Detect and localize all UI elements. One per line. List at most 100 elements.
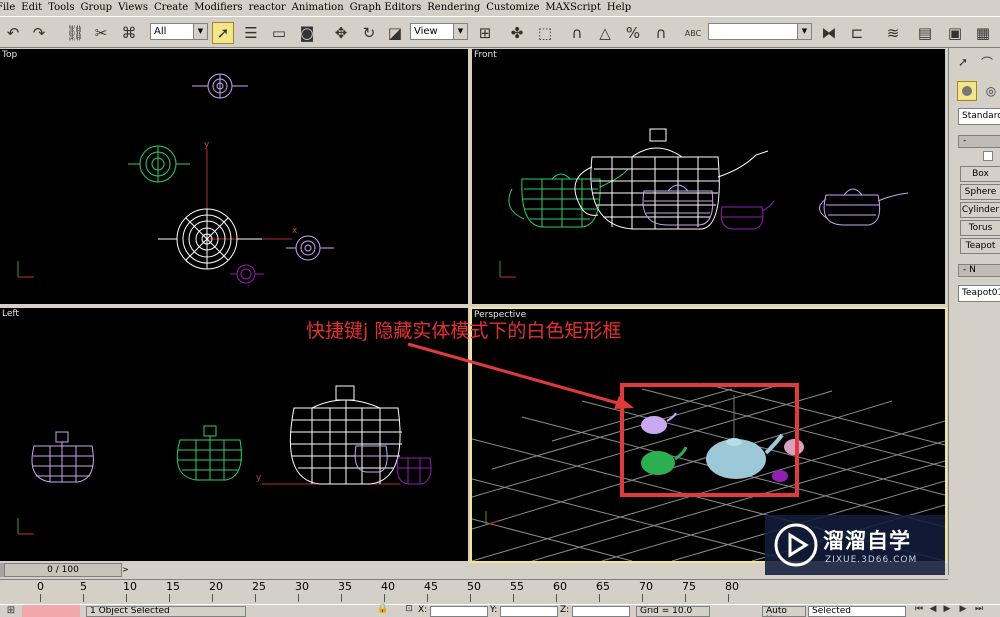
pivot-center-icon[interactable]: ⊞ [474, 22, 496, 44]
maxscript-listener-icon[interactable]: ⊞ [2, 603, 20, 617]
reference-coordinate-dropdown[interactable]: View ▼ [410, 23, 468, 40]
redo-icon[interactable]: ↷ [28, 22, 50, 44]
autogrid-checkbox[interactable] [983, 151, 993, 161]
x-coordinate-field[interactable] [430, 606, 488, 617]
menu-customize[interactable]: Customize [486, 0, 545, 15]
select-and-manipulate-icon[interactable]: ✤ [506, 22, 528, 44]
mini-listener[interactable] [22, 605, 80, 617]
angle-snap-icon[interactable]: △ [594, 22, 616, 44]
unlink-icon[interactable]: ✂ [90, 22, 112, 44]
ruler-tick-label: 65 [596, 580, 610, 593]
material-editor-icon[interactable]: ▦ [972, 22, 994, 44]
play-icon[interactable]: ▶ [940, 602, 954, 616]
track-bar-ruler[interactable]: 0 5 10 15 20 25 30 35 40 45 50 55 60 65 70 75 80 [0, 579, 948, 604]
ruler-tick-mark [255, 594, 256, 602]
create-tab-icon[interactable]: ➚ [953, 52, 973, 72]
edit-named-selection-icon[interactable]: ABC [682, 22, 704, 44]
snaps-toggle-icon[interactable]: ∩ [566, 22, 588, 44]
modify-tab-icon[interactable]: ⌒ [977, 52, 997, 72]
teapot-lavender-left[interactable] [31, 431, 94, 483]
select-and-move-icon[interactable]: ✥ [330, 22, 352, 44]
lock-selection-icon[interactable]: 🔒 [376, 602, 390, 616]
menu-maxscript[interactable]: MAXScript [545, 0, 606, 15]
y-coordinate-field[interactable] [500, 606, 558, 617]
named-selection-sets-dropdown[interactable]: ▼ [708, 23, 812, 40]
menu-group[interactable]: Group [80, 0, 118, 15]
object-type-rollout[interactable]: - [958, 135, 1000, 148]
align-icon[interactable]: ⊏ [846, 22, 868, 44]
chevron-down-icon: ▼ [797, 24, 811, 39]
menu-file[interactable]: File [0, 0, 21, 15]
menu-tools[interactable]: Tools [48, 0, 80, 15]
percent-snap-icon[interactable]: % [622, 22, 644, 44]
selection-filter-dropdown[interactable]: All ▼ [150, 23, 208, 40]
undo-icon[interactable]: ↶ [2, 22, 24, 44]
keyboard-shortcut-override-icon[interactable]: ⬚ [534, 22, 556, 44]
select-and-link-icon[interactable]: ⛓ [64, 22, 86, 44]
ruler-tick-label: 75 [682, 580, 696, 593]
name-color-rollout[interactable]: - N [958, 264, 1000, 277]
torus-button[interactable]: Torus [960, 220, 1000, 236]
layer-manager-icon[interactable]: ≋ [882, 22, 904, 44]
menu-graph-editors[interactable]: Graph Editors [350, 0, 428, 15]
spinner-snap-icon[interactable]: ∩ [650, 22, 672, 44]
teapot-lavender-small-top[interactable] [286, 235, 334, 261]
sphere-button[interactable]: Sphere [960, 184, 1000, 200]
ruler-tick-mark [427, 594, 428, 602]
teapot-white-left[interactable] [289, 385, 402, 485]
absolute-mode-icon[interactable]: ⊡ [402, 602, 416, 616]
select-object-icon[interactable]: ➚ [212, 22, 234, 44]
y-coordinate-label: Y: [490, 605, 498, 615]
teapot-green-left[interactable] [176, 425, 242, 481]
viewport-top[interactable]: Top y x [0, 49, 468, 304]
mirror-icon[interactable]: ⧓ [818, 22, 840, 44]
next-frame-icon[interactable]: ▶ [956, 602, 970, 616]
auto-key-button[interactable]: Auto Key [762, 606, 806, 617]
primitive-category-dropdown[interactable]: Standard [958, 108, 1000, 125]
select-and-rotate-icon[interactable]: ↻ [358, 22, 380, 44]
go-to-start-icon[interactable]: ⏮ [912, 602, 926, 616]
ruler-tick-label: 30 [295, 580, 309, 593]
time-slider-prev[interactable] [0, 563, 4, 577]
object-name-field[interactable]: Teapot01 [958, 285, 1000, 302]
menu-animation[interactable]: Animation [292, 0, 350, 15]
menu-views[interactable]: Views [118, 0, 154, 15]
teapot-purple-front[interactable] [720, 200, 775, 230]
select-by-name-icon[interactable]: ☰ [240, 22, 262, 44]
viewport-left[interactable]: Left y [0, 308, 468, 561]
menu-create[interactable]: Create [154, 0, 194, 15]
shapes-icon[interactable]: ◎ [981, 81, 1000, 101]
teapot-purple-top[interactable] [230, 264, 264, 284]
teapot-lavender-right-front[interactable] [819, 188, 909, 226]
teapot-green-top[interactable] [128, 145, 190, 183]
menu-help[interactable]: Help [607, 0, 637, 15]
cylinder-button[interactable]: Cylinder [960, 202, 1000, 218]
menu-rendering[interactable]: Rendering [427, 0, 486, 15]
axis-tripod-icon [499, 261, 516, 278]
time-slider-next[interactable]: > [122, 563, 130, 577]
ruler-tick-mark [126, 594, 127, 602]
go-to-end-icon[interactable]: ⏭ [972, 602, 986, 616]
teapot-green-front[interactable] [508, 168, 629, 228]
teapot-button[interactable]: Teapot [960, 238, 1000, 254]
box-button[interactable]: Box [960, 166, 1000, 182]
bind-to-space-warp-icon[interactable]: ⌘ [118, 22, 140, 44]
select-and-scale-icon[interactable]: ◪ [384, 22, 406, 44]
menu-edit[interactable]: Edit [21, 0, 48, 15]
teapot-lavender-top[interactable] [192, 73, 248, 99]
curve-editor-icon[interactable]: ▤ [914, 22, 936, 44]
geometry-icon[interactable] [957, 81, 977, 101]
teapot-purple-left[interactable] [396, 457, 432, 485]
time-slider[interactable]: 0 / 100 [4, 563, 122, 577]
z-coordinate-field[interactable] [572, 606, 630, 617]
rectangular-selection-icon[interactable]: ▭ [268, 22, 290, 44]
viewport-front[interactable]: Front [472, 49, 945, 304]
window-crossing-icon[interactable]: ◙ [296, 22, 318, 44]
menu-modifiers[interactable]: Modifiers [194, 0, 248, 15]
menu-reactor[interactable]: reactor [249, 0, 292, 15]
previous-frame-icon[interactable]: ◀ [926, 602, 940, 616]
key-filter-dropdown[interactable]: Selected [808, 606, 906, 617]
ruler-tick-label: 5 [80, 580, 87, 593]
schematic-view-icon[interactable]: ▣ [944, 22, 966, 44]
teapot-white-front[interactable] [574, 128, 769, 230]
